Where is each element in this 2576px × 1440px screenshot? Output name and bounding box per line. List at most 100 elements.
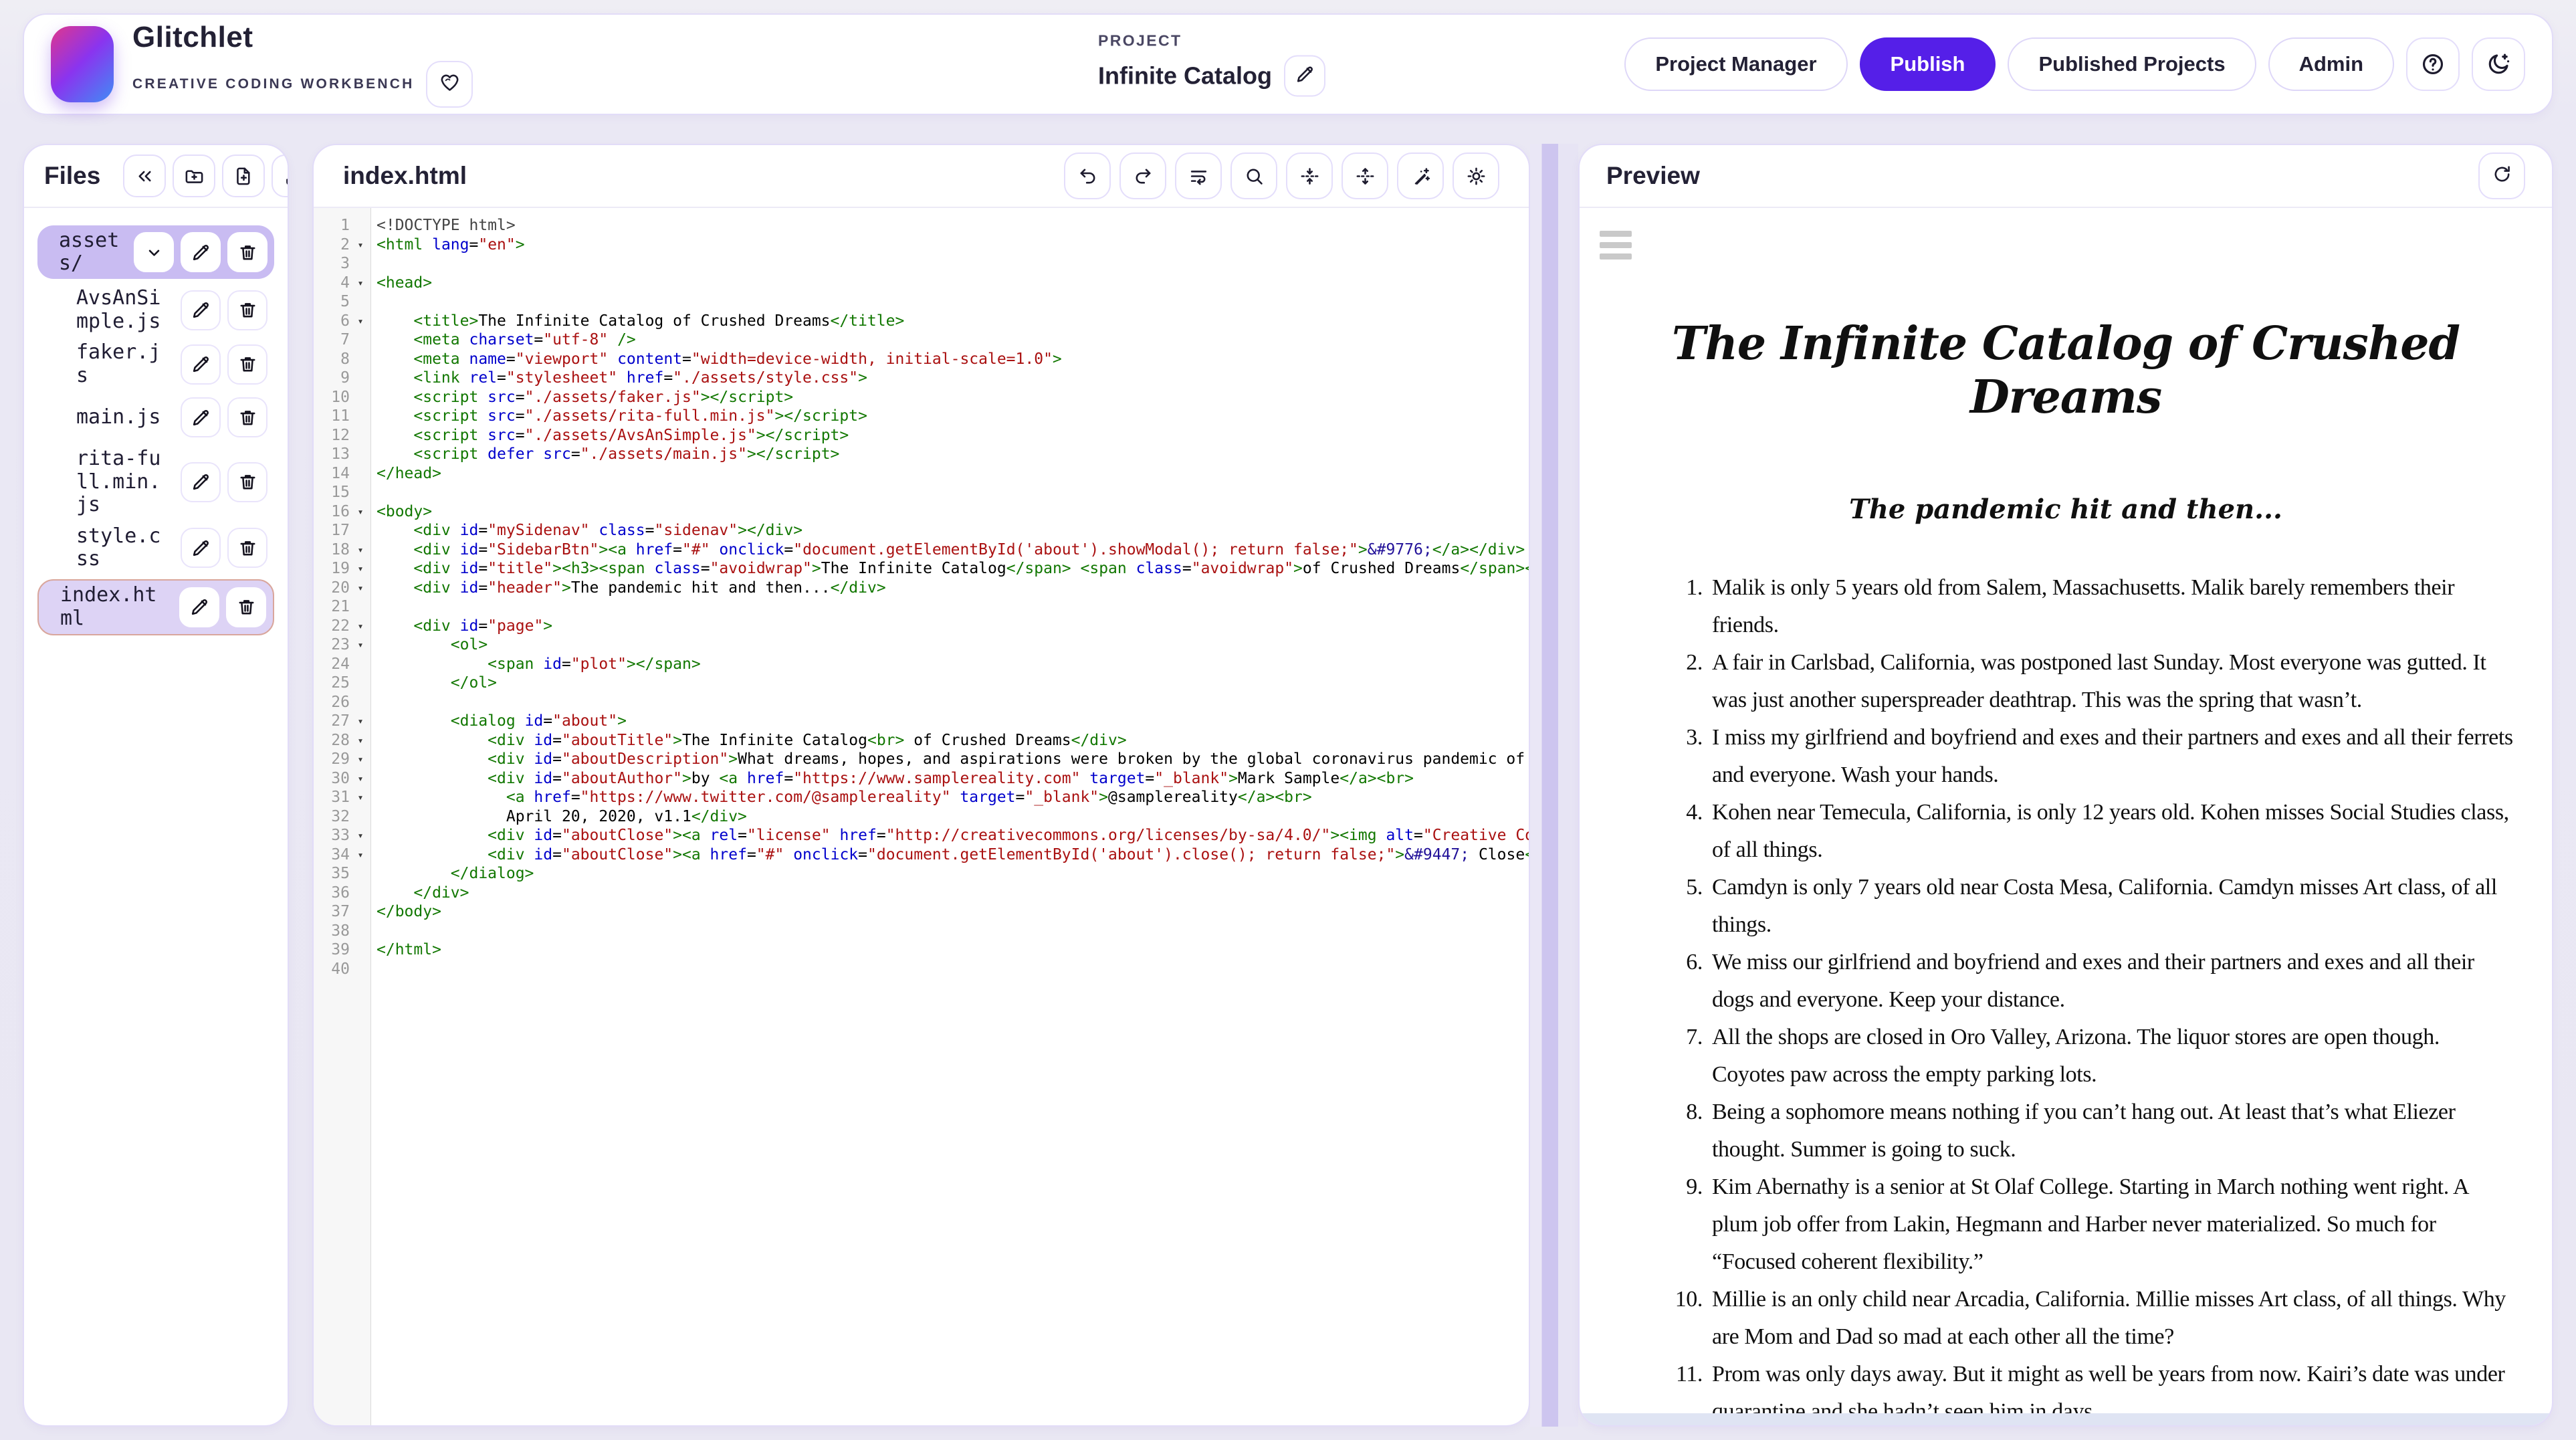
fold-arrow-icon[interactable]: ▾ — [350, 235, 371, 255]
project-manager-button[interactable]: Project Manager — [1624, 37, 1847, 91]
code-line[interactable]: 33▾ <div id="aboutClose"><a rel="license… — [314, 826, 1529, 845]
published-projects-button[interactable]: Published Projects — [2008, 37, 2256, 91]
code-line[interactable]: 25 </ol> — [314, 674, 1529, 693]
admin-button[interactable]: Admin — [2268, 37, 2394, 91]
pencil-button[interactable] — [181, 232, 221, 272]
file-item-rita-full.min.js[interactable]: rita-full.min.js — [37, 447, 274, 517]
preview-horizontal-scrollbar[interactable] — [1582, 1413, 2550, 1425]
sun-button[interactable] — [1453, 152, 1499, 199]
code-line[interactable]: 30▾ <div id="aboutAuthor">by <a href="ht… — [314, 769, 1529, 789]
file-item-index.html[interactable]: index.html — [37, 579, 274, 635]
pencil-button[interactable] — [181, 528, 221, 568]
code-line[interactable]: 18▾ <div id="SidebarBtn"><a href="#" onc… — [314, 540, 1529, 560]
code-line[interactable]: 2▾<html lang="en"> — [314, 235, 1529, 255]
code-line[interactable]: 13 <script defer src="./assets/main.js">… — [314, 445, 1529, 464]
pencil-button[interactable] — [181, 290, 221, 330]
fold-arrow-icon[interactable]: ▾ — [350, 712, 371, 731]
upload-button[interactable] — [272, 155, 289, 197]
code-line[interactable]: 24 <span id="plot"></span> — [314, 655, 1529, 674]
code-line[interactable]: 7 <meta charset="utf-8" /> — [314, 330, 1529, 350]
file-item-main.js[interactable]: main.js — [37, 395, 274, 439]
file-item-assets-[interactable]: assets/ — [37, 225, 274, 279]
fold-arrow-icon[interactable]: ▾ — [350, 579, 371, 598]
trash-button[interactable] — [227, 462, 267, 502]
moon-sparkle-button[interactable] — [2472, 37, 2525, 91]
pencil-button[interactable] — [181, 397, 221, 437]
code-line[interactable]: 20▾ <div id="header">The pandemic hit an… — [314, 579, 1529, 598]
fold-arrow-icon[interactable]: ▾ — [350, 845, 371, 865]
trash-button[interactable] — [227, 528, 267, 568]
publish-button[interactable]: Publish — [1860, 37, 1996, 91]
code-line[interactable]: 6▾ <title>The Infinite Catalog of Crushe… — [314, 312, 1529, 331]
expand-vertical-button[interactable] — [1341, 152, 1388, 199]
help-button[interactable] — [2406, 37, 2460, 91]
code-line[interactable]: 37</body> — [314, 902, 1529, 922]
file-item-style.css[interactable]: style.css — [37, 525, 274, 571]
file-item-faker.js[interactable]: faker.js — [37, 341, 274, 387]
code-line[interactable]: 8 <meta name="viewport" content="width=d… — [314, 350, 1529, 369]
code-line[interactable]: 27▾ <dialog id="about"> — [314, 712, 1529, 731]
fold-arrow-icon[interactable]: ▾ — [350, 635, 371, 655]
trash-button[interactable] — [227, 232, 267, 272]
wrap-lines-button[interactable] — [1175, 152, 1222, 199]
pencil-button[interactable] — [181, 344, 221, 385]
fold-arrow-icon[interactable]: ▾ — [350, 750, 371, 769]
code-line[interactable]: 3 — [314, 254, 1529, 274]
pencil-button[interactable] — [181, 462, 221, 502]
fold-arrow-icon[interactable]: ▾ — [350, 274, 371, 293]
chevrons-left-button[interactable] — [123, 155, 166, 197]
hamburger-menu-icon[interactable] — [1600, 231, 1632, 260]
code-line[interactable]: 23▾ <ol> — [314, 635, 1529, 655]
trash-button[interactable] — [227, 290, 267, 330]
code-line[interactable]: 35 </dialog> — [314, 864, 1529, 884]
chevron-down-button[interactable] — [134, 232, 174, 272]
fold-arrow-icon[interactable]: ▾ — [350, 731, 371, 750]
fold-arrow-icon[interactable]: ▾ — [350, 826, 371, 845]
code-line[interactable]: 28▾ <div id="aboutTitle">The Infinite Ca… — [314, 731, 1529, 750]
code-editor[interactable]: 1<!DOCTYPE html>2▾<html lang="en">34▾<he… — [314, 208, 1529, 1425]
code-line[interactable]: 39</html> — [314, 940, 1529, 960]
pane-resizer[interactable] — [1530, 144, 1578, 1427]
code-line[interactable]: 38 — [314, 922, 1529, 941]
code-line[interactable]: 36 </div> — [314, 884, 1529, 903]
code-line[interactable]: 5 — [314, 292, 1529, 312]
code-line[interactable]: 17 <div id="mySidenav" class="sidenav"><… — [314, 521, 1529, 540]
magic-wand-button[interactable] — [1397, 152, 1444, 199]
undo-button[interactable] — [1064, 152, 1111, 199]
code-line[interactable]: 15 — [314, 483, 1529, 502]
code-line[interactable]: 9 <link rel="stylesheet" href="./assets/… — [314, 369, 1529, 388]
code-line[interactable]: 4▾<head> — [314, 274, 1529, 293]
code-line[interactable]: 31▾ <a href="https://www.twitter.com/@sa… — [314, 788, 1529, 807]
fold-arrow-icon[interactable]: ▾ — [350, 788, 371, 807]
project-edit-button[interactable] — [1284, 56, 1325, 97]
redo-button[interactable] — [1119, 152, 1166, 199]
file-plus-button[interactable] — [222, 155, 265, 197]
trash-button[interactable] — [226, 587, 266, 627]
fold-arrow-icon[interactable]: ▾ — [350, 617, 371, 636]
fold-arrow-icon[interactable]: ▾ — [350, 769, 371, 789]
code-line[interactable]: 10 <script src="./assets/faker.js"></scr… — [314, 388, 1529, 407]
fold-arrow-icon[interactable]: ▾ — [350, 540, 371, 560]
code-line[interactable]: 40 — [314, 960, 1529, 979]
code-line[interactable]: 11 <script src="./assets/rita-full.min.j… — [314, 407, 1529, 426]
fold-arrow-icon[interactable]: ▾ — [350, 559, 371, 579]
fold-arrow-icon[interactable]: ▾ — [350, 502, 371, 522]
code-line[interactable]: 29▾ <div id="aboutDescription">What drea… — [314, 750, 1529, 769]
code-line[interactable]: 12 <script src="./assets/AvsAnSimple.js"… — [314, 426, 1529, 445]
fold-arrow-icon[interactable]: ▾ — [350, 312, 371, 331]
code-line[interactable]: 26 — [314, 693, 1529, 712]
code-line[interactable]: 21 — [314, 597, 1529, 617]
folder-plus-button[interactable] — [173, 155, 215, 197]
refresh-preview-button[interactable] — [2478, 152, 2525, 199]
code-line[interactable]: 14</head> — [314, 464, 1529, 484]
heart-badge-button[interactable] — [426, 61, 473, 108]
code-line[interactable]: 22▾ <div id="page"> — [314, 617, 1529, 636]
file-item-avsansimple.js[interactable]: AvsAnSimple.js — [37, 287, 274, 333]
collapse-vertical-button[interactable] — [1286, 152, 1333, 199]
trash-button[interactable] — [227, 344, 267, 385]
code-line[interactable]: 19▾ <div id="title"><h3><span class="avo… — [314, 559, 1529, 579]
pencil-button[interactable] — [179, 587, 219, 627]
code-line[interactable]: 1<!DOCTYPE html> — [314, 216, 1529, 235]
code-line[interactable]: 16▾<body> — [314, 502, 1529, 522]
trash-button[interactable] — [227, 397, 267, 437]
